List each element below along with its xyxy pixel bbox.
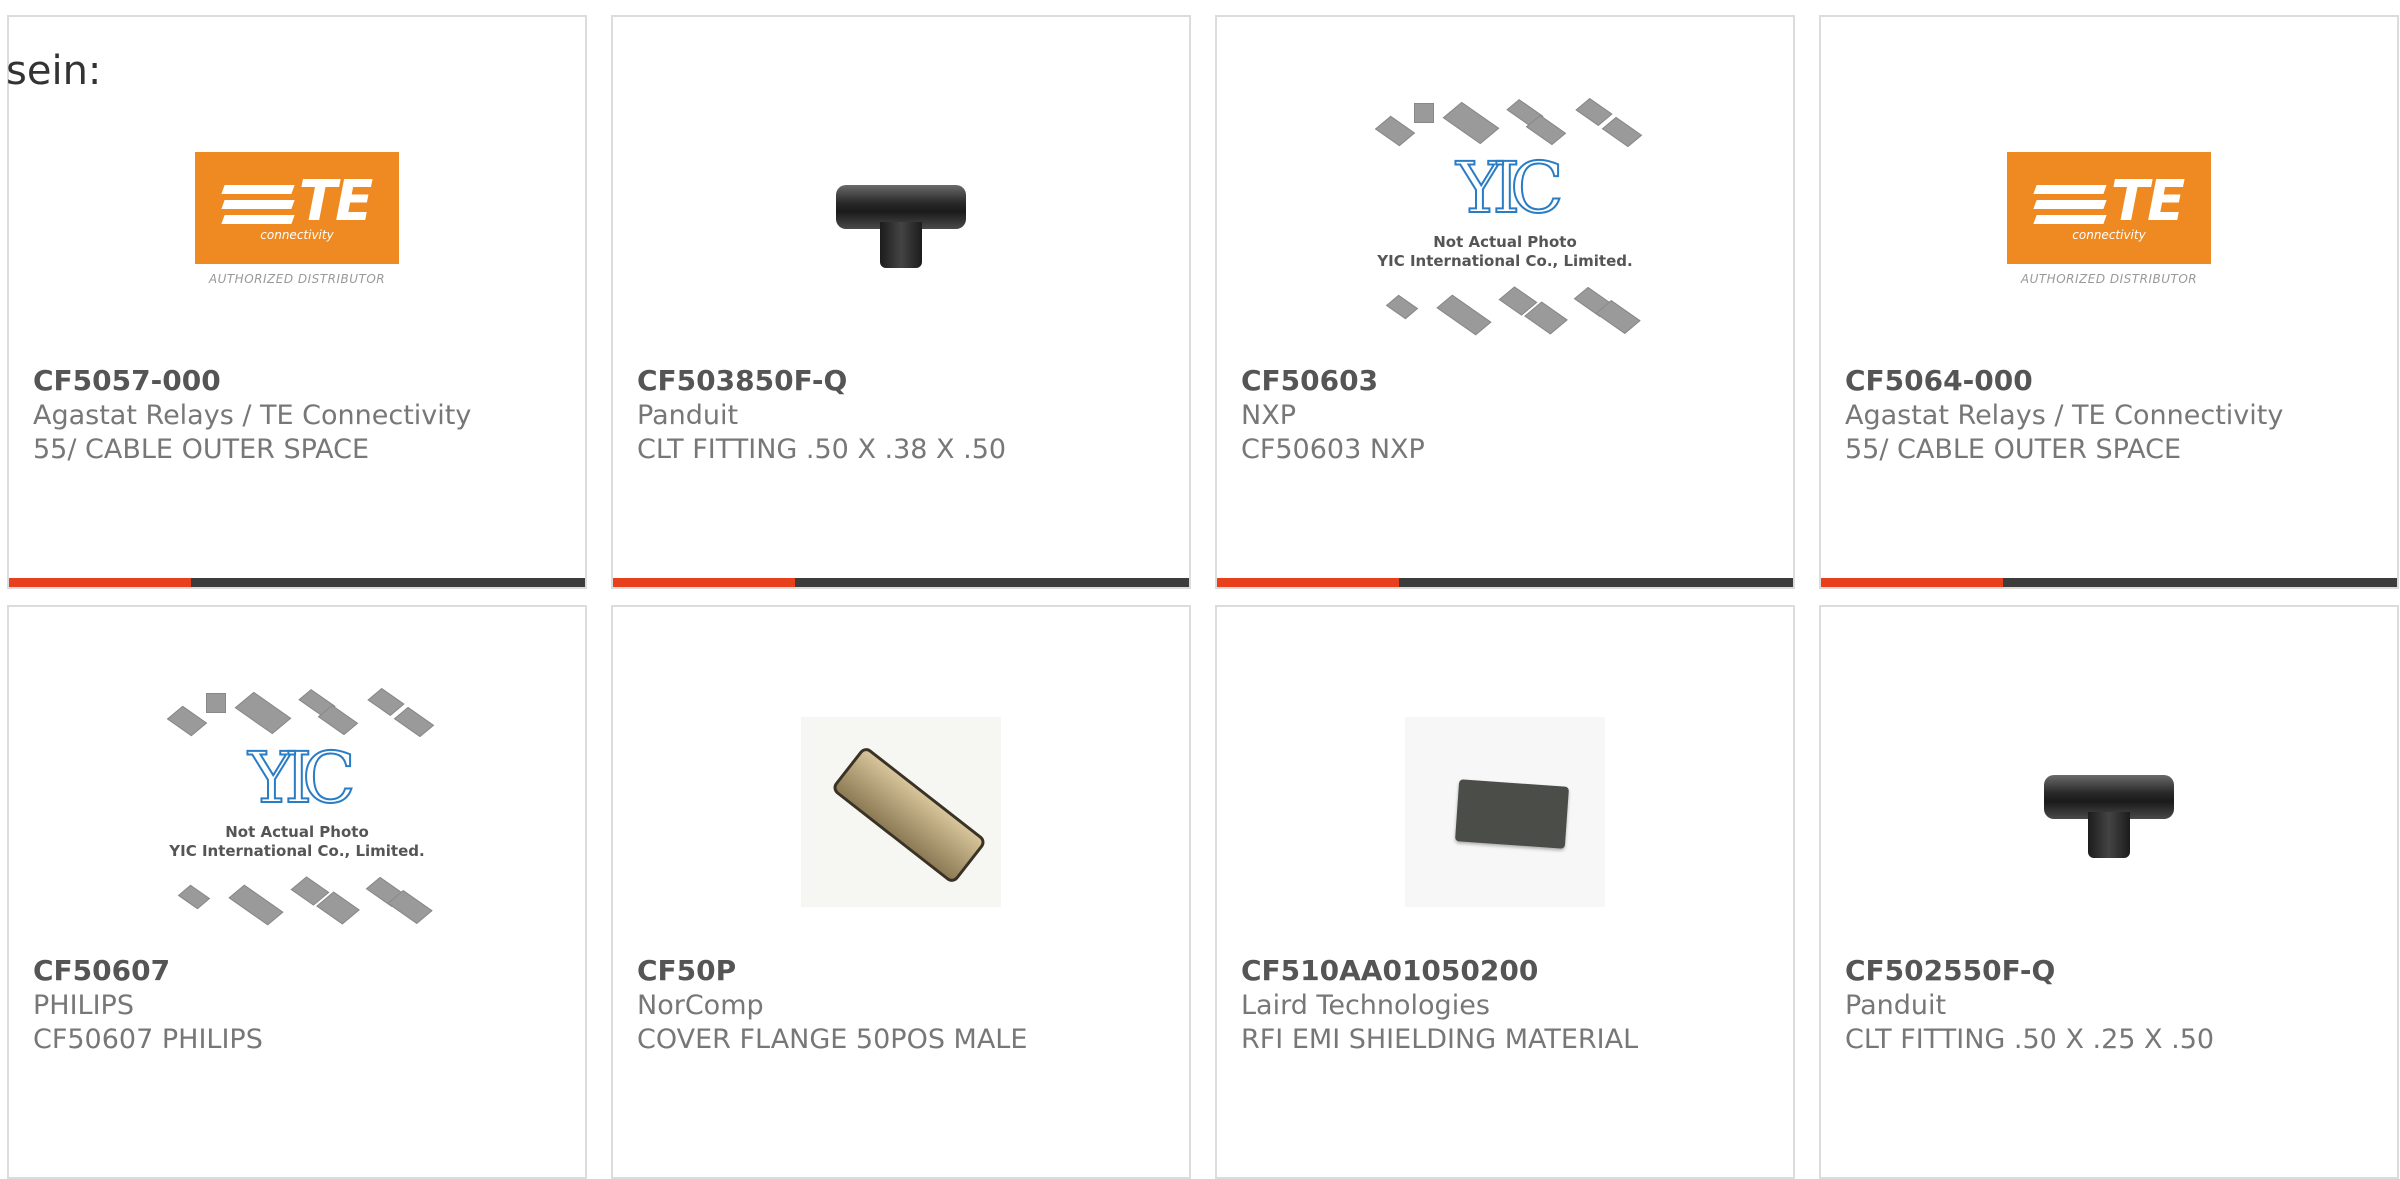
description: CLT FITTING .50 X .25 X .50 [1845, 1024, 2215, 1055]
description: CF50607 PHILIPS [33, 1024, 263, 1055]
card-accent [9, 578, 191, 587]
product-card[interactable]: CF510AA01050200 Laird Technologies RFI E… [1215, 605, 1795, 1179]
card-bottom-bar [1821, 578, 2397, 587]
manufacturer: PHILIPS [33, 990, 134, 1021]
tee-fitting-image [2044, 757, 2174, 867]
product-image[interactable]: YIC Not Actual Photo YIC International C… [9, 667, 585, 957]
part-number-link[interactable]: CF50603 [1241, 363, 1773, 399]
tee-fitting-image [836, 167, 966, 277]
yic-placeholder-image: YIC Not Actual Photo YIC International C… [1370, 97, 1643, 347]
product-image[interactable] [1821, 667, 2397, 957]
description: CF50603 NXP [1241, 434, 1425, 465]
product-card[interactable]: CF503850F-Q Panduit CLT FITTING .50 X .3… [611, 15, 1191, 589]
part-number-link[interactable]: CF50607 [33, 953, 565, 989]
part-number-link[interactable]: CF5057-000 [33, 363, 565, 399]
product-image[interactable] [613, 77, 1189, 367]
card-bottom-bar [9, 578, 585, 587]
product-card[interactable]: CF502550F-Q Panduit CLT FITTING .50 X .2… [1819, 605, 2399, 1179]
part-number-link[interactable]: CF50P [637, 953, 1169, 989]
description: RFI EMI SHIELDING MATERIAL [1241, 1024, 1639, 1055]
manufacturer: Panduit [1845, 990, 1947, 1021]
manufacturer: Agastat Relays / TE Connectivity [1845, 400, 2284, 431]
card-bottom-bar [1217, 578, 1793, 587]
manufacturer: NorComp [637, 990, 764, 1021]
card-accent [1217, 578, 1399, 587]
part-number-link[interactable]: CF510AA01050200 [1241, 953, 1773, 989]
part-number-link[interactable]: CF503850F-Q [637, 363, 1169, 399]
card-accent [1821, 578, 2003, 587]
product-image[interactable]: TE connectivity AUTHORIZED DISTRIBUTOR [9, 77, 585, 367]
part-number-link[interactable]: CF5064-000 [1845, 363, 2377, 399]
description: CLT FITTING .50 X .38 X .50 [637, 434, 1007, 465]
te-connectivity-logo: TE connectivity AUTHORIZED DISTRIBUTOR [2007, 152, 2211, 292]
manufacturer: Laird Technologies [1241, 990, 1490, 1021]
part-number-link[interactable]: CF502550F-Q [1845, 953, 2377, 989]
manufacturer: NXP [1241, 400, 1296, 431]
manufacturer: Agastat Relays / TE Connectivity [33, 400, 472, 431]
truncated-heading-text: sein: [6, 48, 102, 94]
shielding-foam-image [1405, 717, 1605, 907]
te-connectivity-logo: TE connectivity AUTHORIZED DISTRIBUTOR [195, 152, 399, 292]
product-card[interactable]: YIC Not Actual Photo YIC International C… [1215, 15, 1795, 589]
product-image[interactable]: TE connectivity AUTHORIZED DISTRIBUTOR [1821, 77, 2397, 367]
manufacturer: Panduit [637, 400, 739, 431]
product-image[interactable]: YIC Not Actual Photo YIC International C… [1217, 77, 1793, 367]
description: 55/ CABLE OUTER SPACE [1845, 434, 2182, 465]
product-card[interactable]: YIC Not Actual Photo YIC International C… [7, 605, 587, 1179]
description: 55/ CABLE OUTER SPACE [33, 434, 370, 465]
dsub-connector-image [801, 717, 1001, 907]
product-card[interactable]: CF50P NorComp COVER FLANGE 50POS MALE [611, 605, 1191, 1179]
card-accent [613, 578, 795, 587]
description: COVER FLANGE 50POS MALE [637, 1024, 1028, 1055]
product-card[interactable]: TE connectivity AUTHORIZED DISTRIBUTOR C… [1819, 15, 2399, 589]
product-image[interactable] [613, 667, 1189, 957]
card-bottom-bar [613, 578, 1189, 587]
product-card[interactable]: TE connectivity AUTHORIZED DISTRIBUTOR C… [7, 15, 587, 589]
product-image[interactable] [1217, 667, 1793, 957]
yic-placeholder-image: YIC Not Actual Photo YIC International C… [162, 687, 435, 937]
